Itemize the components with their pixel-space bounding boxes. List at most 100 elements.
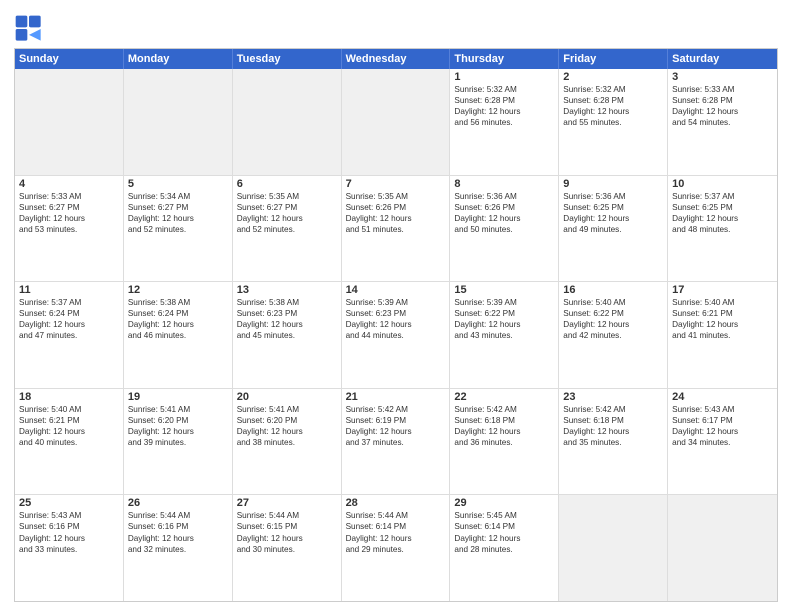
calendar-row-1: 4Sunrise: 5:33 AM Sunset: 6:27 PM Daylig… — [15, 175, 777, 282]
calendar-cell: 4Sunrise: 5:33 AM Sunset: 6:27 PM Daylig… — [15, 176, 124, 282]
day-number: 23 — [563, 391, 663, 403]
cell-info: Sunrise: 5:40 AM Sunset: 6:22 PM Dayligh… — [563, 297, 663, 341]
calendar-row-4: 25Sunrise: 5:43 AM Sunset: 6:16 PM Dayli… — [15, 494, 777, 601]
calendar-cell: 26Sunrise: 5:44 AM Sunset: 6:16 PM Dayli… — [124, 495, 233, 601]
calendar-cell: 15Sunrise: 5:39 AM Sunset: 6:22 PM Dayli… — [450, 282, 559, 388]
header-day-wednesday: Wednesday — [342, 49, 451, 69]
day-number: 1 — [454, 71, 554, 83]
cell-info: Sunrise: 5:32 AM Sunset: 6:28 PM Dayligh… — [454, 84, 554, 128]
calendar-cell: 2Sunrise: 5:32 AM Sunset: 6:28 PM Daylig… — [559, 69, 668, 175]
calendar-cell: 25Sunrise: 5:43 AM Sunset: 6:16 PM Dayli… — [15, 495, 124, 601]
calendar-cell: 20Sunrise: 5:41 AM Sunset: 6:20 PM Dayli… — [233, 389, 342, 495]
calendar-cell: 13Sunrise: 5:38 AM Sunset: 6:23 PM Dayli… — [233, 282, 342, 388]
day-number: 27 — [237, 497, 337, 509]
day-number: 9 — [563, 178, 663, 190]
calendar-cell: 14Sunrise: 5:39 AM Sunset: 6:23 PM Dayli… — [342, 282, 451, 388]
calendar-cell: 27Sunrise: 5:44 AM Sunset: 6:15 PM Dayli… — [233, 495, 342, 601]
cell-info: Sunrise: 5:44 AM Sunset: 6:14 PM Dayligh… — [346, 510, 446, 554]
cell-info: Sunrise: 5:45 AM Sunset: 6:14 PM Dayligh… — [454, 510, 554, 554]
cell-info: Sunrise: 5:36 AM Sunset: 6:25 PM Dayligh… — [563, 191, 663, 235]
calendar-cell: 11Sunrise: 5:37 AM Sunset: 6:24 PM Dayli… — [15, 282, 124, 388]
calendar-cell: 12Sunrise: 5:38 AM Sunset: 6:24 PM Dayli… — [124, 282, 233, 388]
cell-info: Sunrise: 5:44 AM Sunset: 6:15 PM Dayligh… — [237, 510, 337, 554]
day-number: 13 — [237, 284, 337, 296]
cell-info: Sunrise: 5:42 AM Sunset: 6:18 PM Dayligh… — [563, 404, 663, 448]
cell-info: Sunrise: 5:38 AM Sunset: 6:24 PM Dayligh… — [128, 297, 228, 341]
calendar-cell: 22Sunrise: 5:42 AM Sunset: 6:18 PM Dayli… — [450, 389, 559, 495]
day-number: 2 — [563, 71, 663, 83]
cell-info: Sunrise: 5:35 AM Sunset: 6:27 PM Dayligh… — [237, 191, 337, 235]
day-number: 5 — [128, 178, 228, 190]
page: SundayMondayTuesdayWednesdayThursdayFrid… — [0, 0, 792, 612]
header-day-friday: Friday — [559, 49, 668, 69]
logo — [14, 14, 48, 44]
calendar-cell: 24Sunrise: 5:43 AM Sunset: 6:17 PM Dayli… — [668, 389, 777, 495]
calendar-cell: 18Sunrise: 5:40 AM Sunset: 6:21 PM Dayli… — [15, 389, 124, 495]
day-number: 22 — [454, 391, 554, 403]
calendar-cell: 3Sunrise: 5:33 AM Sunset: 6:28 PM Daylig… — [668, 69, 777, 175]
calendar-body: 1Sunrise: 5:32 AM Sunset: 6:28 PM Daylig… — [15, 69, 777, 601]
cell-info: Sunrise: 5:41 AM Sunset: 6:20 PM Dayligh… — [128, 404, 228, 448]
cell-info: Sunrise: 5:35 AM Sunset: 6:26 PM Dayligh… — [346, 191, 446, 235]
cell-info: Sunrise: 5:42 AM Sunset: 6:18 PM Dayligh… — [454, 404, 554, 448]
day-number: 26 — [128, 497, 228, 509]
calendar: SundayMondayTuesdayWednesdayThursdayFrid… — [14, 48, 778, 602]
cell-info: Sunrise: 5:37 AM Sunset: 6:25 PM Dayligh… — [672, 191, 773, 235]
day-number: 15 — [454, 284, 554, 296]
day-number: 6 — [237, 178, 337, 190]
cell-info: Sunrise: 5:32 AM Sunset: 6:28 PM Dayligh… — [563, 84, 663, 128]
calendar-cell: 29Sunrise: 5:45 AM Sunset: 6:14 PM Dayli… — [450, 495, 559, 601]
day-number: 14 — [346, 284, 446, 296]
calendar-row-3: 18Sunrise: 5:40 AM Sunset: 6:21 PM Dayli… — [15, 388, 777, 495]
calendar-cell: 16Sunrise: 5:40 AM Sunset: 6:22 PM Dayli… — [559, 282, 668, 388]
day-number: 11 — [19, 284, 119, 296]
day-number: 25 — [19, 497, 119, 509]
header-day-thursday: Thursday — [450, 49, 559, 69]
calendar-cell: 19Sunrise: 5:41 AM Sunset: 6:20 PM Dayli… — [124, 389, 233, 495]
calendar-cell: 6Sunrise: 5:35 AM Sunset: 6:27 PM Daylig… — [233, 176, 342, 282]
day-number: 7 — [346, 178, 446, 190]
day-number: 10 — [672, 178, 773, 190]
cell-info: Sunrise: 5:43 AM Sunset: 6:16 PM Dayligh… — [19, 510, 119, 554]
day-number: 12 — [128, 284, 228, 296]
day-number: 19 — [128, 391, 228, 403]
cell-info: Sunrise: 5:36 AM Sunset: 6:26 PM Dayligh… — [454, 191, 554, 235]
cell-info: Sunrise: 5:43 AM Sunset: 6:17 PM Dayligh… — [672, 404, 773, 448]
calendar-cell — [668, 495, 777, 601]
calendar-cell: 8Sunrise: 5:36 AM Sunset: 6:26 PM Daylig… — [450, 176, 559, 282]
cell-info: Sunrise: 5:33 AM Sunset: 6:27 PM Dayligh… — [19, 191, 119, 235]
cell-info: Sunrise: 5:33 AM Sunset: 6:28 PM Dayligh… — [672, 84, 773, 128]
calendar-cell: 21Sunrise: 5:42 AM Sunset: 6:19 PM Dayli… — [342, 389, 451, 495]
day-number: 20 — [237, 391, 337, 403]
calendar-cell: 17Sunrise: 5:40 AM Sunset: 6:21 PM Dayli… — [668, 282, 777, 388]
calendar-cell: 7Sunrise: 5:35 AM Sunset: 6:26 PM Daylig… — [342, 176, 451, 282]
day-number: 17 — [672, 284, 773, 296]
header — [14, 10, 778, 44]
header-day-tuesday: Tuesday — [233, 49, 342, 69]
day-number: 28 — [346, 497, 446, 509]
day-number: 21 — [346, 391, 446, 403]
calendar-cell: 1Sunrise: 5:32 AM Sunset: 6:28 PM Daylig… — [450, 69, 559, 175]
day-number: 3 — [672, 71, 773, 83]
cell-info: Sunrise: 5:38 AM Sunset: 6:23 PM Dayligh… — [237, 297, 337, 341]
calendar-cell: 5Sunrise: 5:34 AM Sunset: 6:27 PM Daylig… — [124, 176, 233, 282]
day-number: 18 — [19, 391, 119, 403]
cell-info: Sunrise: 5:40 AM Sunset: 6:21 PM Dayligh… — [19, 404, 119, 448]
day-number: 4 — [19, 178, 119, 190]
calendar-cell: 9Sunrise: 5:36 AM Sunset: 6:25 PM Daylig… — [559, 176, 668, 282]
day-number: 24 — [672, 391, 773, 403]
calendar-cell — [559, 495, 668, 601]
calendar-cell — [233, 69, 342, 175]
header-day-sunday: Sunday — [15, 49, 124, 69]
calendar-row-0: 1Sunrise: 5:32 AM Sunset: 6:28 PM Daylig… — [15, 69, 777, 175]
day-number: 8 — [454, 178, 554, 190]
header-day-monday: Monday — [124, 49, 233, 69]
cell-info: Sunrise: 5:37 AM Sunset: 6:24 PM Dayligh… — [19, 297, 119, 341]
day-number: 29 — [454, 497, 554, 509]
calendar-cell: 23Sunrise: 5:42 AM Sunset: 6:18 PM Dayli… — [559, 389, 668, 495]
calendar-cell — [124, 69, 233, 175]
day-number: 16 — [563, 284, 663, 296]
calendar-cell — [342, 69, 451, 175]
cell-info: Sunrise: 5:34 AM Sunset: 6:27 PM Dayligh… — [128, 191, 228, 235]
calendar-cell: 28Sunrise: 5:44 AM Sunset: 6:14 PM Dayli… — [342, 495, 451, 601]
